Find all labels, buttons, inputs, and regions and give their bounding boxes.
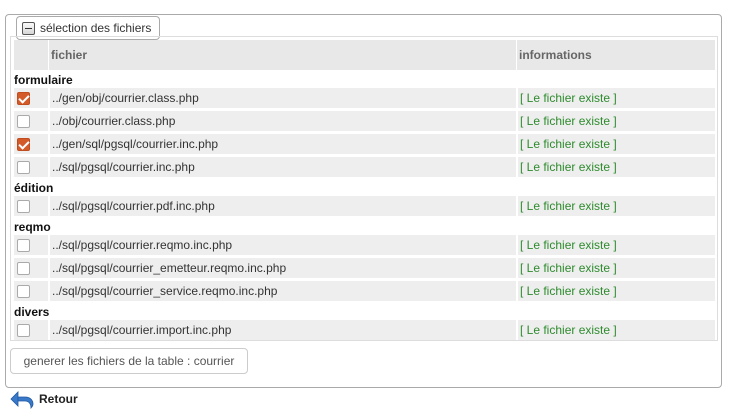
cell-divider	[516, 88, 518, 108]
file-status: [ Le fichier existe ]	[520, 91, 617, 105]
file-status: [ Le fichier existe ]	[520, 199, 617, 213]
file-status: [ Le fichier existe ]	[520, 160, 617, 174]
minus-square-icon[interactable]	[22, 21, 35, 35]
cell-divider	[516, 157, 518, 177]
cell-divider	[48, 320, 50, 340]
file-checkbox[interactable]	[17, 239, 30, 252]
header-file: fichier	[51, 48, 88, 62]
back-label: Retour	[39, 392, 78, 406]
file-status: [ Le fichier existe ]	[520, 114, 617, 128]
cell-divider	[516, 281, 518, 301]
header-informations: informations	[519, 48, 592, 62]
file-status: [ Le fichier existe ]	[520, 284, 617, 298]
cell-divider	[48, 111, 50, 131]
file-path: ../sql/pgsql/courrier.import.inc.php	[52, 323, 232, 337]
file-status: [ Le fichier existe ]	[520, 238, 617, 252]
file-checkbox[interactable]	[17, 285, 30, 298]
generate-files-button[interactable]: generer les fichiers de la table : courr…	[10, 348, 248, 374]
files-table: fichier informations formulaire ../gen/ob…	[10, 36, 718, 341]
cell-divider	[516, 320, 518, 340]
file-status: [ Le fichier existe ]	[520, 137, 617, 151]
header-divider	[516, 40, 517, 70]
group-title: édition	[14, 181, 54, 195]
cell-divider	[48, 235, 50, 255]
cell-divider	[516, 196, 518, 216]
cell-divider	[516, 111, 518, 131]
back-link[interactable]: Retour	[10, 388, 78, 410]
table-row: ../sql/pgsql/courrier.pdf.inc.php [ Le fi…	[14, 196, 715, 216]
table-row: ../sql/pgsql/courrier.inc.php [ Le fichie…	[14, 157, 715, 177]
group-title: formulaire	[14, 73, 73, 87]
cell-divider	[48, 157, 50, 177]
table-row: ../sql/pgsql/courrier.import.inc.php [ Le…	[14, 320, 715, 340]
table-row: ../gen/obj/courrier.class.php [ Le fichie…	[14, 88, 715, 108]
file-path: ../sql/pgsql/courrier.inc.php	[52, 160, 195, 174]
table-row: ../sql/pgsql/courrier_service.reqmo.inc.…	[14, 281, 715, 301]
file-path: ../sql/pgsql/courrier.pdf.inc.php	[52, 199, 215, 213]
cell-divider	[48, 281, 50, 301]
table-row: ../sql/pgsql/courrier_emetteur.reqmo.inc…	[14, 258, 715, 278]
file-checkbox[interactable]	[17, 200, 30, 213]
file-checkbox[interactable]	[17, 92, 30, 105]
file-path: ../sql/pgsql/courrier_emetteur.reqmo.inc…	[52, 261, 287, 275]
header-select	[17, 40, 47, 70]
file-status: [ Le fichier existe ]	[520, 261, 617, 275]
cell-divider	[48, 134, 50, 154]
file-checkbox[interactable]	[17, 262, 30, 275]
undo-arrow-icon	[10, 391, 34, 409]
file-checkbox[interactable]	[17, 324, 30, 337]
cell-divider	[516, 235, 518, 255]
file-path: ../gen/obj/courrier.class.php	[52, 91, 199, 105]
file-checkbox[interactable]	[17, 115, 30, 128]
fieldset-legend-label: sélection des fichiers	[40, 21, 152, 35]
file-path: ../sql/pgsql/courrier_service.reqmo.inc.…	[52, 284, 278, 298]
file-checkbox[interactable]	[17, 138, 30, 151]
cell-divider	[516, 134, 518, 154]
cell-divider	[48, 258, 50, 278]
cell-divider	[48, 88, 50, 108]
group-title: reqmo	[14, 220, 51, 234]
table-row: ../sql/pgsql/courrier.reqmo.inc.php [ Le …	[14, 235, 715, 255]
group-title: divers	[14, 305, 50, 319]
file-path: ../obj/courrier.class.php	[52, 114, 176, 128]
cell-divider	[516, 258, 518, 278]
cell-divider	[48, 196, 50, 216]
file-path: ../sql/pgsql/courrier.reqmo.inc.php	[52, 238, 233, 252]
header-divider	[48, 40, 49, 70]
table-row: ../gen/sql/pgsql/courrier.inc.php [ Le fi…	[14, 134, 715, 154]
table-header-row: fichier informations	[14, 40, 715, 70]
file-checkbox[interactable]	[17, 161, 30, 174]
table-row: ../obj/courrier.class.php [ Le fichier ex…	[14, 111, 715, 131]
file-path: ../gen/sql/pgsql/courrier.inc.php	[52, 137, 219, 151]
file-status: [ Le fichier existe ]	[520, 323, 617, 337]
